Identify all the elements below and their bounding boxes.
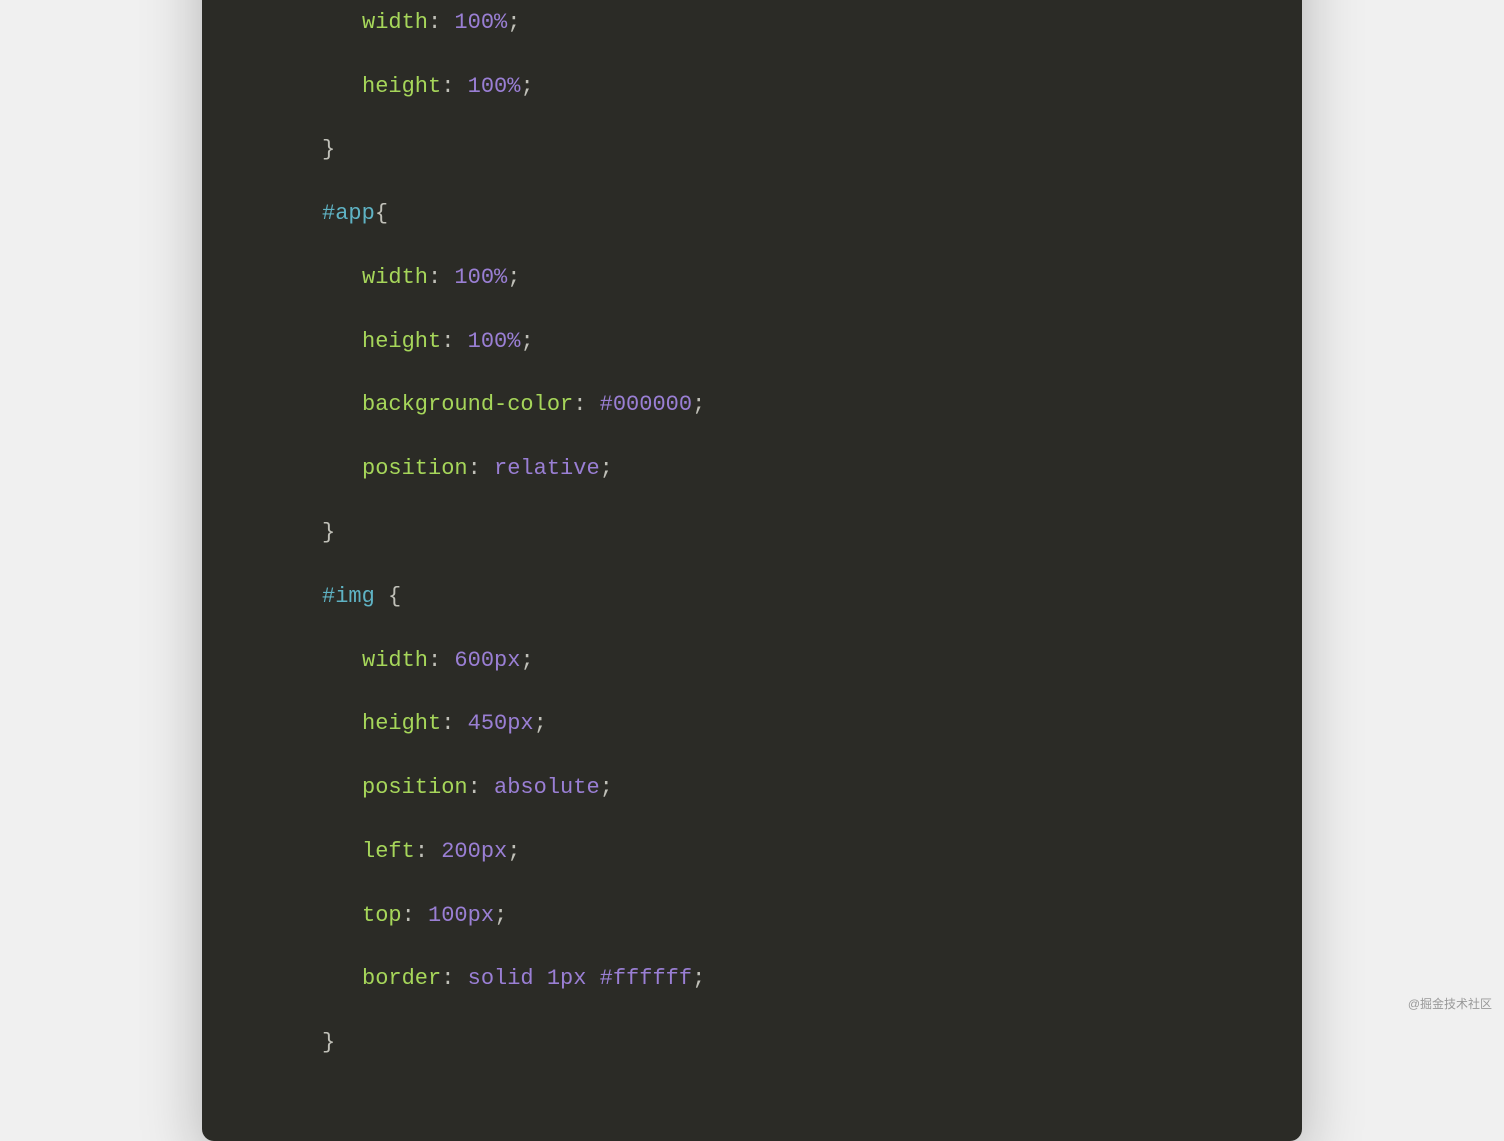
code-window: html,body{ width: 100%; height: 100%; } … (202, 0, 1302, 1141)
page-container: html,body{ width: 100%; height: 100%; } … (0, 0, 1504, 1020)
code-block: html,body{ width: 100%; height: 100%; } … (202, 0, 1302, 1141)
css-close-brace: } (242, 1027, 1262, 1059)
css-declaration: left: 200px; (242, 836, 1262, 868)
css-declaration: position: relative; (242, 453, 1262, 485)
css-declaration: height: 450px; (242, 708, 1262, 740)
css-declaration: width: 100%; (242, 262, 1262, 294)
css-close-brace: } (242, 134, 1262, 166)
css-selector-line: #app{ (242, 198, 1262, 230)
css-declaration: position: absolute; (242, 772, 1262, 804)
css-declaration: background-color: #000000; (242, 389, 1262, 421)
css-declaration: border: solid 1px #ffffff; (242, 963, 1262, 995)
css-declaration: width: 600px; (242, 645, 1262, 677)
css-declaration: height: 100%; (242, 326, 1262, 358)
watermark-text: @掘金技术社区 (1408, 995, 1492, 1012)
css-declaration: height: 100%; (242, 71, 1262, 103)
css-close-brace: } (242, 517, 1262, 549)
css-selector-line: #img { (242, 581, 1262, 613)
css-declaration: width: 100%; (242, 7, 1262, 39)
css-declaration: top: 100px; (242, 900, 1262, 932)
